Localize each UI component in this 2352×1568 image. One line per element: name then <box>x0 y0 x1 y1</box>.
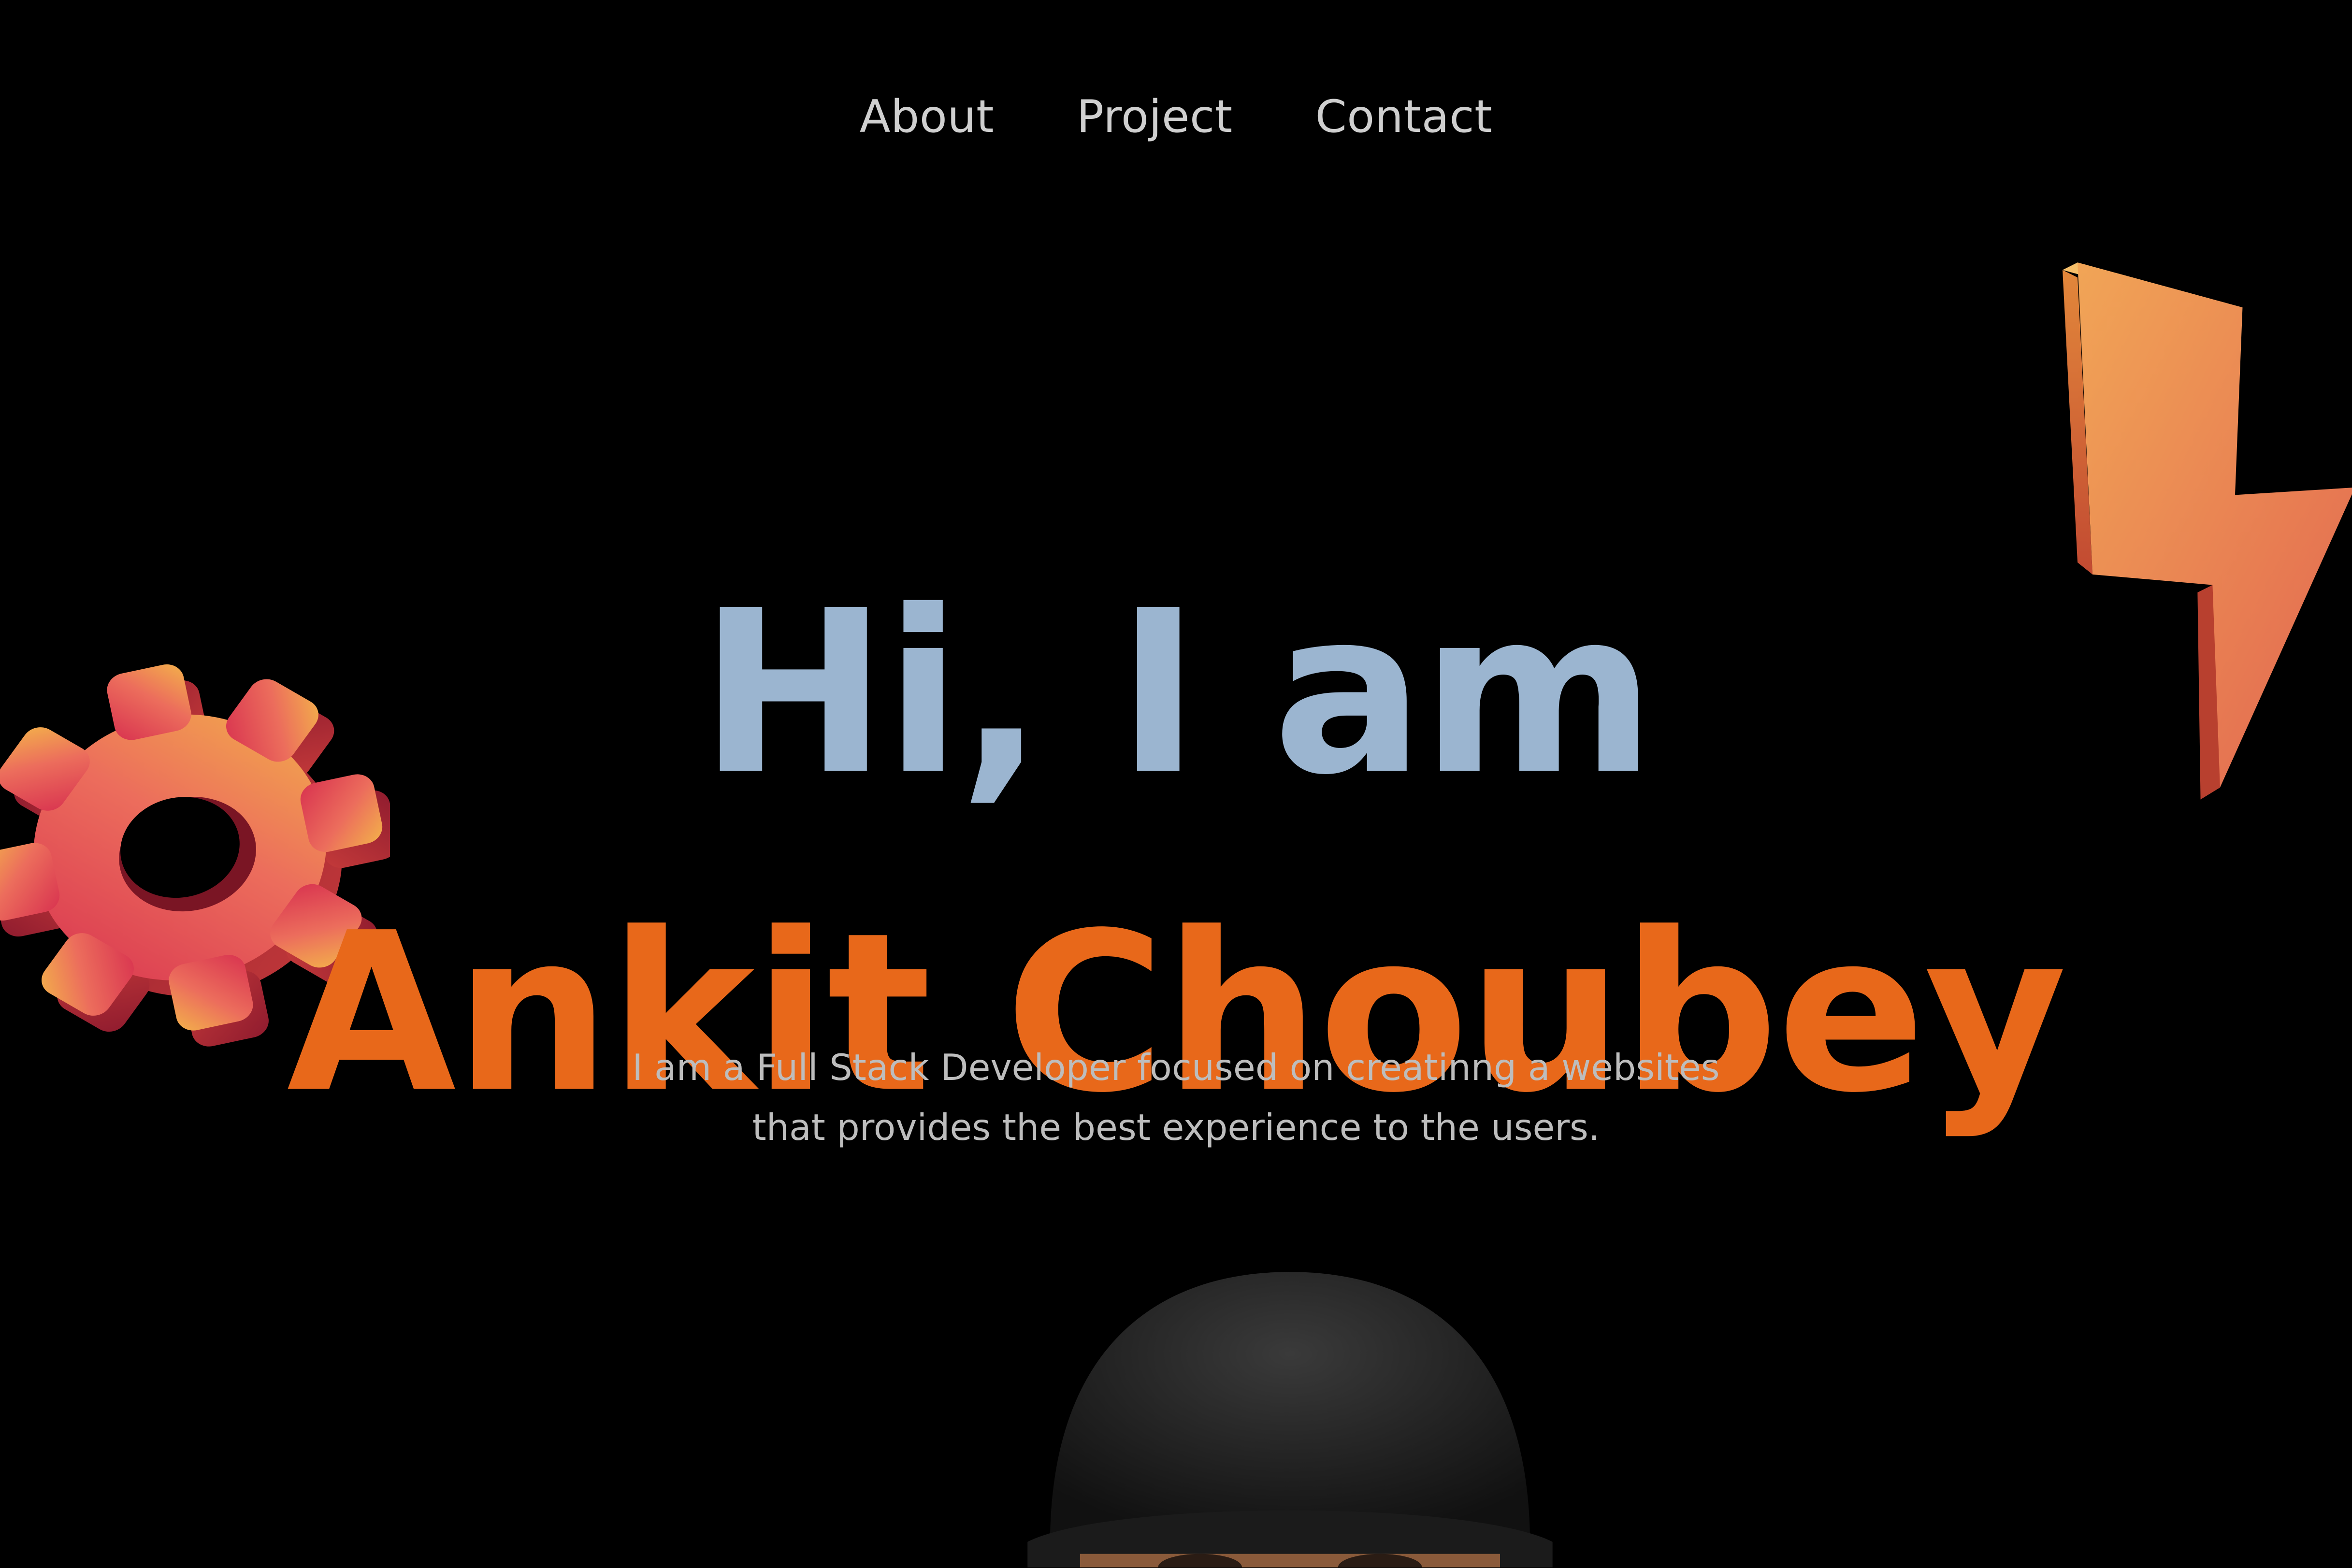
nav-link-project[interactable]: Project <box>1077 91 1233 144</box>
nav-link-contact[interactable]: Contact <box>1315 91 1493 144</box>
portfolio-hero-page: About Project Contact Hi, I am Ankit Cho… <box>0 0 2352 1568</box>
hero-description-line-2: that provides the best experience to the… <box>752 1107 1600 1149</box>
hero-greeting: Hi, I am <box>699 563 1656 824</box>
memoji-avatar <box>1027 1272 1553 1568</box>
hero-description: I am a Full Stack Developer focused on c… <box>0 1038 2352 1158</box>
nav-link-about[interactable]: About <box>860 91 994 144</box>
hero-description-line-1: I am a Full Stack Developer focused on c… <box>632 1047 1720 1089</box>
top-nav: About Project Contact <box>0 84 2352 150</box>
